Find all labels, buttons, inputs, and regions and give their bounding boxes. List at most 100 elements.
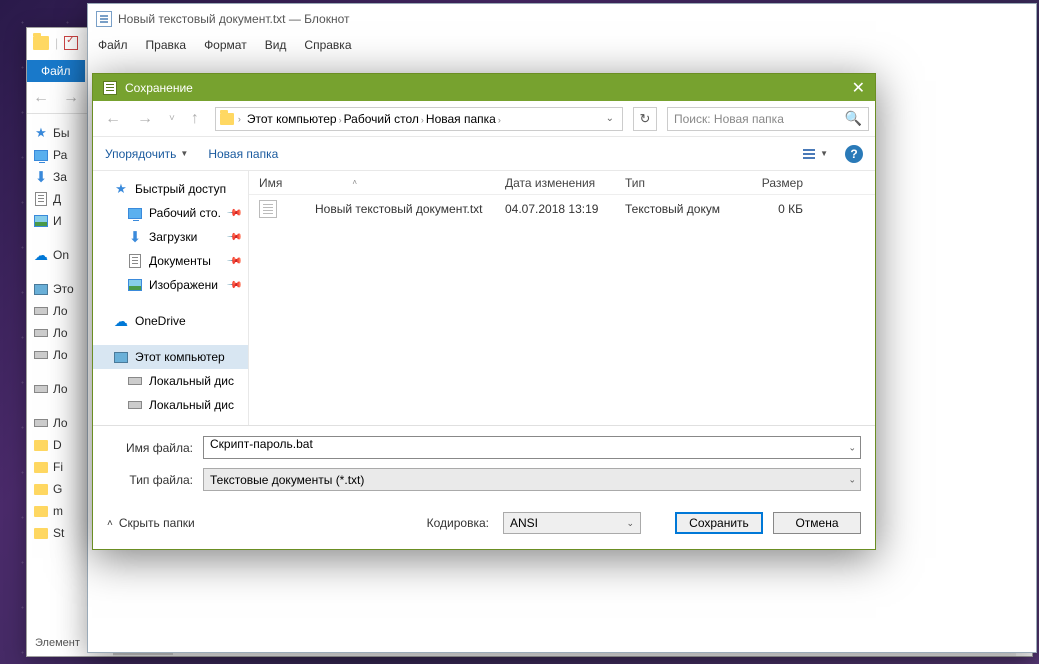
col-date[interactable]: Дата изменения bbox=[505, 176, 625, 190]
pin-icon: 📌 bbox=[225, 253, 242, 270]
bg-tree-item[interactable]: Ло bbox=[33, 300, 81, 322]
file-row[interactable]: Новый текстовый документ.txt04.07.2018 1… bbox=[249, 195, 875, 223]
tree-item[interactable]: Локальный дис bbox=[93, 369, 248, 393]
bg-tree-item[interactable]: Fi bbox=[33, 456, 81, 478]
sort-icon: ˄ bbox=[352, 178, 357, 187]
chevron-up-icon: ˄ bbox=[107, 518, 113, 529]
bg-tree-item[interactable]: Д bbox=[33, 188, 81, 210]
cancel-button[interactable]: Отмена bbox=[773, 512, 861, 534]
chevron-down-icon[interactable]: ˅ bbox=[163, 113, 181, 124]
divider: | bbox=[55, 36, 58, 50]
dialog-nav: ← → ˅ ↑ › Этот компьютер›Рабочий стол›Но… bbox=[93, 101, 875, 137]
back-icon[interactable]: ← bbox=[99, 110, 127, 128]
menu-item[interactable]: Вид bbox=[265, 38, 287, 52]
encoding-combo[interactable]: ANSI ⌄ bbox=[503, 512, 641, 534]
dialog-icon bbox=[103, 81, 117, 95]
save-button[interactable]: Сохранить bbox=[675, 512, 763, 534]
dialog-titlebar[interactable]: Сохранение ✕ bbox=[93, 74, 875, 101]
bg-tree-item[interactable]: D bbox=[33, 434, 81, 456]
bg-tree-item[interactable]: ⬇За bbox=[33, 166, 81, 188]
close-icon[interactable]: ✕ bbox=[852, 78, 865, 98]
bg-tree-item[interactable]: ★Бы bbox=[33, 122, 81, 144]
view-button[interactable]: ▼ bbox=[800, 146, 831, 162]
check-icon bbox=[64, 36, 78, 50]
file-list: Имя ˄ Дата изменения Тип Размер Новый тек… bbox=[249, 171, 875, 425]
notepad-menu: Файл Правка Формат Вид Справка bbox=[88, 34, 1036, 56]
bg-tree-item[interactable]: m bbox=[33, 500, 81, 522]
breadcrumb-item[interactable]: Рабочий стол bbox=[342, 112, 421, 126]
address-bar[interactable]: › Этот компьютер›Рабочий стол›Новая папк… bbox=[215, 107, 623, 131]
bg-tree-item[interactable]: Ло bbox=[33, 412, 81, 434]
list-header[interactable]: Имя ˄ Дата изменения Тип Размер bbox=[249, 171, 875, 195]
tree-item[interactable]: Локальный дис bbox=[93, 393, 248, 417]
pin-icon: 📌 bbox=[225, 229, 242, 246]
chevron-down-icon: ▼ bbox=[820, 149, 828, 159]
bg-tree-item[interactable]: И bbox=[33, 210, 81, 232]
refresh-button[interactable]: ↻ bbox=[633, 107, 657, 131]
filetype-label: Тип файла: bbox=[107, 473, 203, 487]
search-input[interactable]: Поиск: Новая папка 🔍 bbox=[667, 107, 869, 131]
menu-item[interactable]: Правка bbox=[146, 38, 187, 52]
tree-item[interactable]: Изображени📌 bbox=[93, 273, 248, 297]
organize-button[interactable]: Упорядочить ▼ bbox=[105, 147, 188, 161]
search-icon[interactable]: 🔍 bbox=[845, 110, 862, 127]
tree-item[interactable]: Документы📌 bbox=[93, 249, 248, 273]
dialog-tree: ★Быстрый доступРабочий сто.📌⬇Загрузки📌До… bbox=[93, 171, 249, 425]
save-dialog: Сохранение ✕ ← → ˅ ↑ › Этот компьютер › Ра… bbox=[92, 73, 876, 550]
back-icon[interactable]: ← bbox=[33, 89, 49, 107]
ribbon-tab-file[interactable]: Файл bbox=[27, 60, 85, 82]
breadcrumb-item[interactable]: Этот компьютер bbox=[245, 112, 339, 126]
chevron-down-icon[interactable]: ⌄ bbox=[848, 474, 856, 485]
dialog-title: Сохранение bbox=[125, 81, 193, 95]
help-button[interactable]: ? bbox=[845, 145, 863, 163]
pin-icon: 📌 bbox=[225, 277, 242, 294]
fwd-icon[interactable]: → bbox=[63, 89, 79, 107]
tree-item[interactable]: Рабочий сто.📌 bbox=[93, 201, 248, 225]
chevron-down-icon[interactable]: ⌄ bbox=[626, 518, 634, 529]
tree-item[interactable]: ⬇Загрузки📌 bbox=[93, 225, 248, 249]
bg-tree-item[interactable]: St bbox=[33, 522, 81, 544]
bg-tree-item[interactable]: Ло bbox=[33, 344, 81, 366]
search-placeholder: Поиск: Новая папка bbox=[674, 112, 784, 126]
fwd-icon[interactable]: → bbox=[131, 110, 159, 128]
encoding-label: Кодировка: bbox=[427, 516, 489, 530]
bg-status-bar: Элемент bbox=[27, 634, 88, 656]
text-file-icon bbox=[259, 200, 277, 218]
chevron-down-icon[interactable]: ⌄ bbox=[848, 442, 856, 453]
hide-folders-button[interactable]: ˄ Скрыть папки bbox=[107, 516, 195, 530]
new-folder-button[interactable]: Новая папка bbox=[208, 147, 278, 161]
chevron-right-icon[interactable]: › bbox=[238, 114, 241, 124]
folder-icon bbox=[220, 113, 234, 125]
bg-tree-item[interactable]: Ра bbox=[33, 144, 81, 166]
col-size[interactable]: Размер bbox=[743, 176, 823, 190]
bg-tree: ★БыРа⬇ЗаДИ☁OnЭтоЛоЛоЛоЛоЛоDFiGmSt bbox=[27, 114, 85, 632]
menu-item[interactable]: Справка bbox=[304, 38, 351, 52]
filename-label: Имя файла: bbox=[107, 441, 203, 455]
breadcrumb-item[interactable]: Новая папка bbox=[424, 112, 498, 126]
filetype-combo[interactable]: Текстовые документы (*.txt) ⌄ bbox=[203, 468, 861, 491]
filename-input[interactable]: Скрипт-пароль.bat ⌄ bbox=[203, 436, 861, 459]
dialog-toolbar: Упорядочить ▼ Новая папка ▼ ? bbox=[93, 137, 875, 171]
tree-item[interactable]: ☁OneDrive bbox=[93, 309, 248, 333]
col-name[interactable]: Имя bbox=[259, 176, 282, 190]
notepad-titlebar: Новый текстовый документ.txt — Блокнот bbox=[88, 4, 1036, 34]
notepad-title: Новый текстовый документ.txt — Блокнот bbox=[118, 12, 350, 26]
bg-tree-item[interactable]: Это bbox=[33, 278, 81, 300]
folder-icon bbox=[33, 36, 49, 50]
chevron-right-icon[interactable]: › bbox=[498, 115, 501, 125]
pin-icon: 📌 bbox=[225, 205, 242, 222]
bg-tree-item[interactable]: ☁On bbox=[33, 244, 81, 266]
chevron-down-icon[interactable]: ⌄ bbox=[602, 113, 618, 124]
notepad-icon bbox=[96, 11, 112, 27]
tree-item[interactable]: ★Быстрый доступ bbox=[93, 177, 248, 201]
bg-tree-item[interactable]: G bbox=[33, 478, 81, 500]
up-icon[interactable]: ↑ bbox=[185, 110, 205, 128]
bg-tree-item[interactable]: Ло bbox=[33, 322, 81, 344]
bg-tree-item[interactable]: Ло bbox=[33, 378, 81, 400]
menu-item[interactable]: Файл bbox=[98, 38, 128, 52]
dialog-bottom: Имя файла: Скрипт-пароль.bat ⌄ Тип файла… bbox=[93, 425, 875, 542]
menu-item[interactable]: Формат bbox=[204, 38, 247, 52]
col-type[interactable]: Тип bbox=[625, 176, 743, 190]
tree-item[interactable]: Этот компьютер bbox=[93, 345, 248, 369]
chevron-down-icon: ▼ bbox=[180, 149, 188, 158]
